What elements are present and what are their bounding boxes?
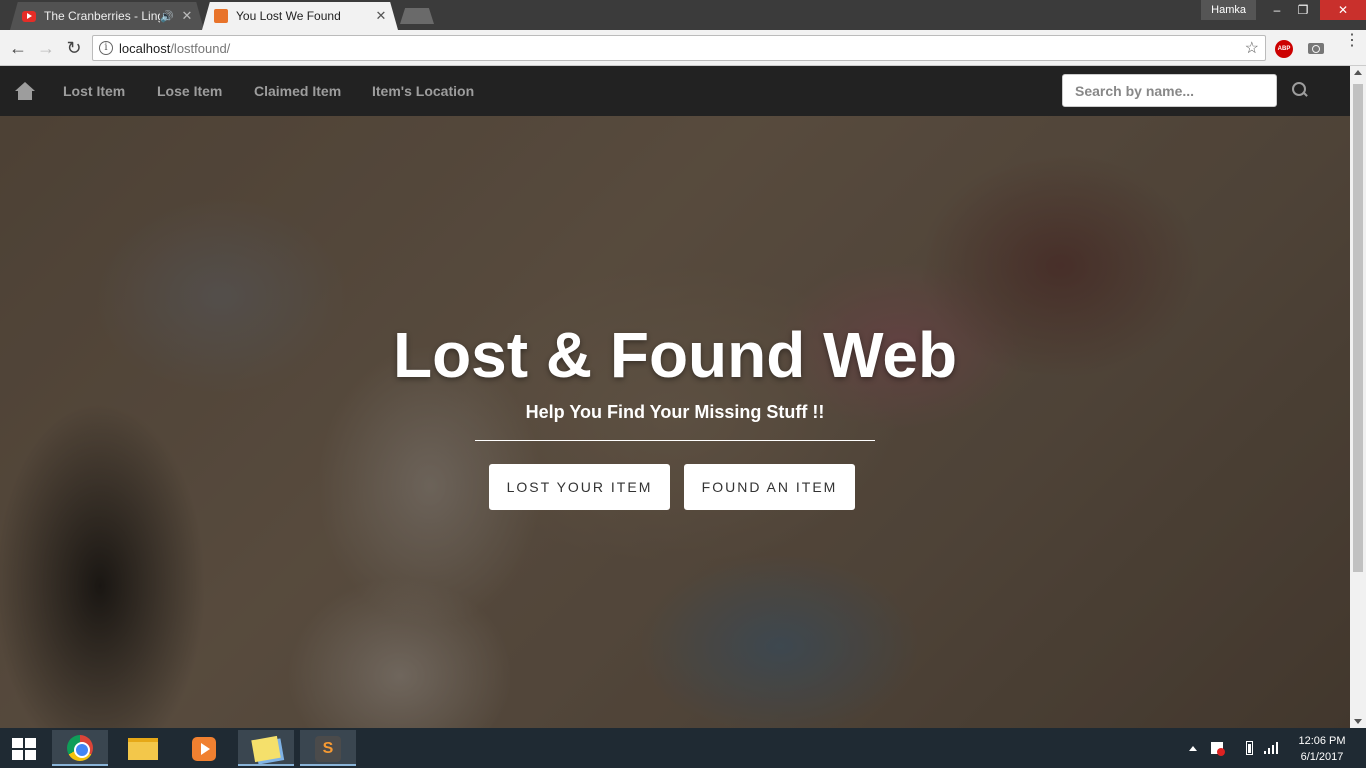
browser-toolbar: ← → ↻ i localhost/lostfound/ ☆ ABP ⋮ — [0, 30, 1366, 66]
lost-your-item-button[interactable]: LOST YOUR ITEM — [489, 464, 670, 510]
taskbar-chrome[interactable] — [52, 730, 108, 766]
audio-playing-icon[interactable]: 🔊 — [160, 10, 174, 23]
taskbar-sublime-text[interactable]: S — [300, 730, 356, 766]
found-an-item-button[interactable]: FOUND AN ITEM — [684, 464, 855, 510]
bookmark-star-icon[interactable]: ☆ — [1245, 38, 1259, 58]
scroll-up-icon[interactable] — [1354, 70, 1362, 75]
page-scrollbar[interactable] — [1350, 66, 1366, 728]
scroll-down-icon[interactable] — [1354, 719, 1362, 724]
new-tab-button[interactable] — [400, 8, 434, 24]
url-host: localhost — [119, 41, 171, 56]
search-icon[interactable] — [1292, 82, 1310, 100]
media-player-icon — [192, 737, 216, 761]
taskbar-media-player[interactable] — [176, 730, 232, 766]
home-icon[interactable] — [15, 82, 35, 100]
window-close-button[interactable]: ✕ — [1320, 0, 1366, 20]
info-icon[interactable]: i — [99, 41, 113, 55]
forward-arrow-icon[interactable]: → — [34, 36, 58, 60]
chrome-icon — [67, 735, 93, 761]
camera-extension-icon[interactable] — [1307, 39, 1325, 55]
nav-lose-item[interactable]: Lose Item — [157, 83, 222, 99]
tab-you-lost-we-found[interactable]: You Lost We Found ✕ — [202, 2, 398, 30]
sublime-text-icon: S — [315, 736, 341, 762]
sticky-notes-icon — [251, 735, 281, 763]
windows-start-icon[interactable] — [12, 738, 38, 760]
tab-title: The Cranberries - Ling — [44, 9, 161, 23]
search-input[interactable] — [1062, 74, 1277, 107]
nav-lost-item[interactable]: Lost Item — [63, 83, 125, 99]
action-center-flag-icon[interactable] — [1211, 742, 1225, 756]
browser-tab-strip: The Cranberries - Ling 🔊 ✕ You Lost We F… — [0, 0, 1366, 30]
network-signal-icon[interactable] — [1264, 742, 1280, 754]
nav-claimed-item[interactable]: Claimed Item — [254, 83, 341, 99]
clock-time: 12:06 PM — [1298, 735, 1346, 747]
hero-title: Lost & Found Web — [392, 319, 958, 391]
address-bar[interactable]: i localhost/lostfound/ ☆ — [92, 35, 1266, 61]
reload-icon[interactable]: ↻ — [62, 36, 86, 60]
tab-title: You Lost We Found — [236, 9, 341, 23]
clock-date: 6/1/2017 — [1300, 751, 1344, 763]
site-navbar: Lost Item Lose Item Claimed Item Item's … — [0, 66, 1350, 116]
browser-menu-icon[interactable]: ⋮ — [1344, 33, 1360, 58]
nav-items-location[interactable]: Item's Location — [372, 83, 474, 99]
battery-icon[interactable] — [1246, 741, 1253, 755]
page-viewport: Lost Item Lose Item Claimed Item Item's … — [0, 66, 1350, 728]
hero-subtitle: Help You Find Your Missing Stuff !! — [525, 402, 825, 422]
taskbar-file-explorer[interactable] — [114, 730, 170, 766]
taskbar-sticky-notes[interactable] — [238, 730, 294, 766]
tab-cranberries[interactable]: The Cranberries - Ling 🔊 ✕ — [10, 2, 204, 30]
tray-overflow-icon[interactable] — [1189, 746, 1197, 751]
site-icon — [214, 9, 228, 23]
windows-taskbar: S 12:06 PM 6/1/2017 — [0, 728, 1366, 768]
url-path: /lostfound/ — [170, 41, 231, 56]
hero-overlay — [0, 66, 1350, 728]
url-text[interactable]: localhost/lostfound/ — [119, 41, 230, 56]
profile-user-chip[interactable]: Hamka — [1201, 0, 1256, 20]
tab-close-icon[interactable]: ✕ — [374, 8, 388, 24]
back-arrow-icon[interactable]: ← — [6, 36, 30, 60]
window-maximize-button[interactable]: ❐ — [1286, 0, 1320, 20]
folder-icon — [128, 738, 158, 760]
scroll-thumb[interactable] — [1353, 84, 1363, 572]
adblock-extension-icon[interactable]: ABP — [1275, 40, 1293, 58]
youtube-icon — [22, 10, 36, 22]
tab-close-icon[interactable]: ✕ — [180, 8, 194, 24]
taskbar-clock[interactable]: 12:06 PM 6/1/2017 — [1290, 733, 1354, 765]
hero-divider — [475, 440, 875, 441]
